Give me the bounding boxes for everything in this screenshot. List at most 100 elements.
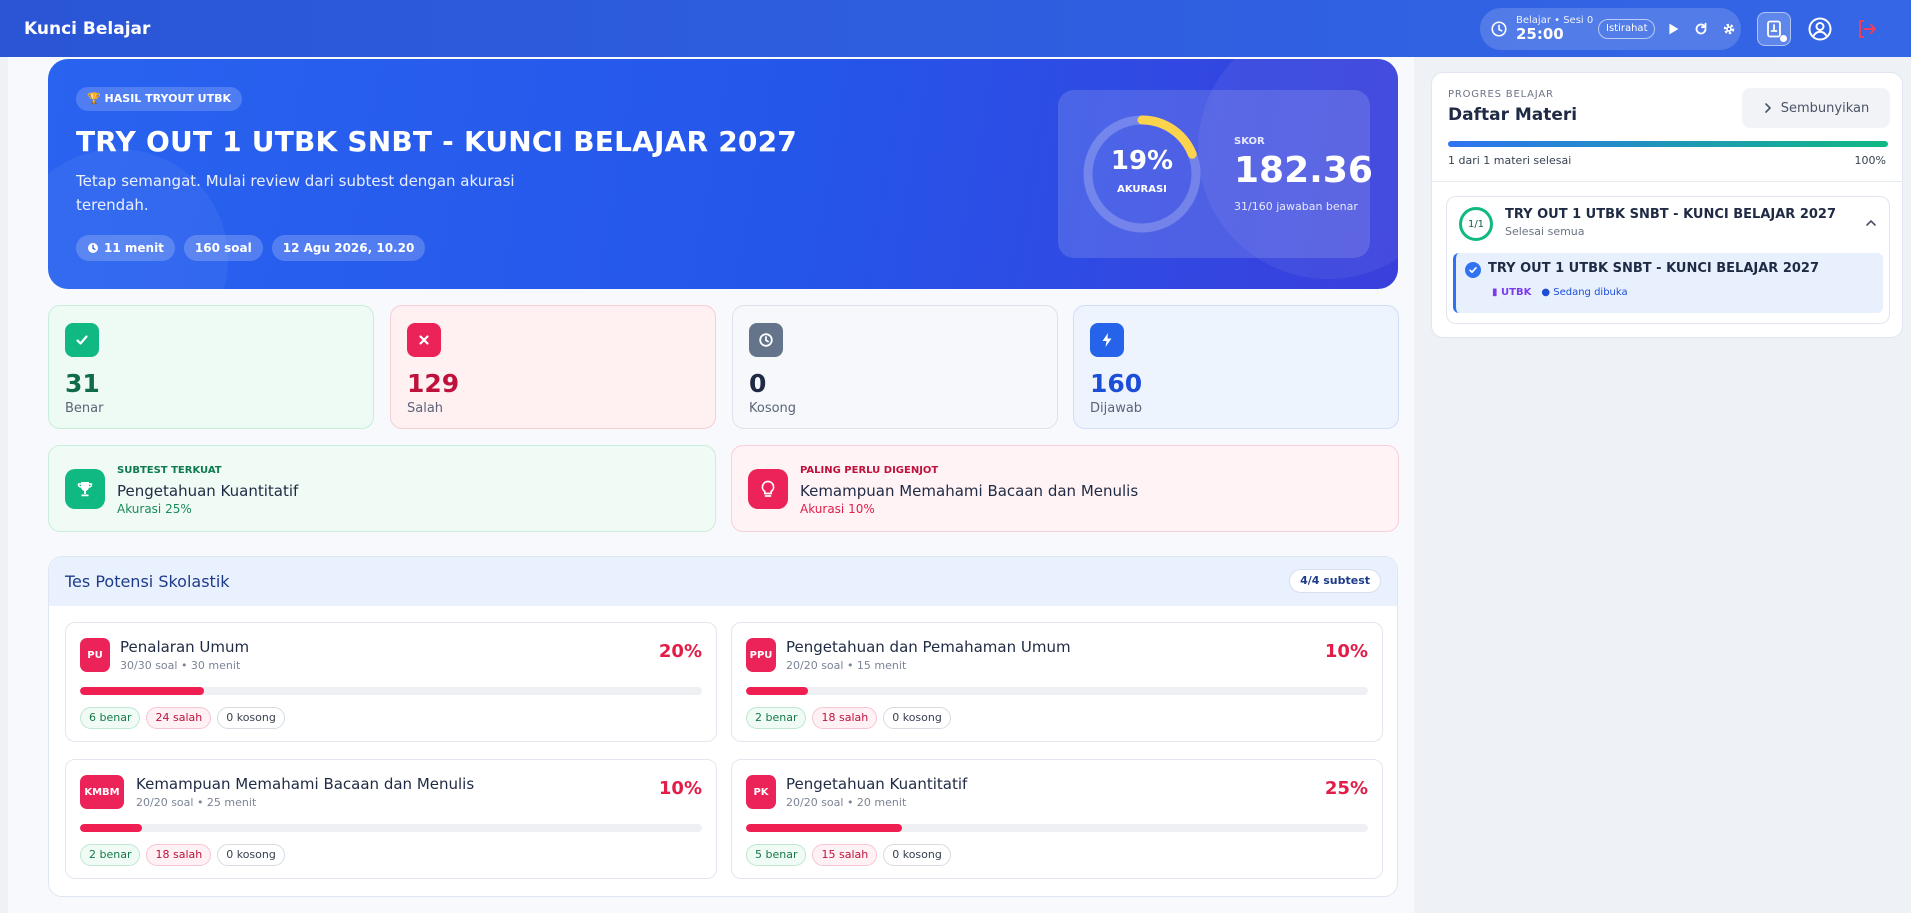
weakest-detail: Akurasi 10%	[800, 502, 875, 516]
hide-panel-button[interactable]: Sembunyikan	[1742, 88, 1890, 128]
timer-value: 25:00	[1516, 25, 1564, 43]
correct-tag: 6 benar	[80, 707, 141, 729]
subtest-progress-fill	[746, 687, 809, 695]
lesson-name: TRY OUT 1 UTBK SNBT - KUNCI BELAJAR 2027	[1488, 261, 1820, 276]
subtest-meta: 30/30 soal • 30 menit	[120, 659, 241, 672]
gear-icon[interactable]	[1720, 20, 1738, 38]
session-timer: Belajar • Sesi 0 25:00 Istirahat	[1480, 8, 1741, 50]
divider	[1432, 181, 1902, 182]
subtest-progress-bar	[80, 687, 702, 695]
stat-empty-label: Kosong	[749, 401, 797, 416]
clock-icon	[88, 243, 98, 253]
accuracy-value: 19%	[1110, 146, 1174, 176]
score-card: 19% AKURASI SKOR 182.36 31/160 jawaban b…	[1058, 90, 1373, 258]
hide-panel-label: Sembunyikan	[1780, 100, 1870, 116]
progress-text: 1 dari 1 materi selesai	[1448, 154, 1572, 167]
subtest-progress-fill	[80, 824, 143, 832]
stat-correct-label: Benar	[65, 401, 104, 416]
stat-empty-value: 0	[749, 369, 767, 398]
score-label: SKOR	[1234, 136, 1265, 147]
subtest-code: KMBM	[80, 775, 124, 809]
notification-dot	[1780, 35, 1787, 42]
hero-subtitle: Tetap semangat. Mulai review dari subtes…	[76, 172, 515, 214]
clock-icon	[749, 323, 783, 357]
subtest-name: Pengetahuan Kuantitatif	[786, 775, 968, 793]
strongest-kicker: SUBTEST TERKUAT	[117, 465, 222, 476]
subtest-card[interactable]: PPU Pengetahuan dan Pemahaman Umum 20/20…	[731, 622, 1383, 742]
subtest-tags: 5 benar 15 salah 0 kosong	[746, 844, 951, 866]
subtest-accuracy: 10%	[658, 778, 702, 799]
stat-answered-value: 160	[1090, 369, 1143, 398]
logout-icon	[1859, 20, 1876, 38]
session-label: Belajar • Sesi 0	[1516, 15, 1594, 26]
stat-wrong-value: 129	[407, 369, 460, 398]
subtest-section: Tes Potensi Skolastik 4/4 subtest PU Pen…	[48, 556, 1398, 897]
result-hero: 🏆 HASIL TRYOUT UTBK TRY OUT 1 UTBK SNBT …	[48, 59, 1398, 289]
course-item[interactable]: 1/1 TRY OUT 1 UTBK SNBT - KUNCI BELAJAR …	[1446, 196, 1890, 324]
subtest-name: Penalaran Umum	[120, 638, 250, 656]
duration-value: 11 menit	[104, 241, 164, 255]
date-chip: 12 Agu 2026, 10.20	[271, 235, 426, 261]
course-count-badge: 1/1	[1459, 207, 1493, 241]
reset-icon[interactable]	[1692, 20, 1710, 38]
empty-tag: 0 kosong	[883, 844, 951, 866]
progress-percent: 100%	[1854, 154, 1886, 167]
subtest-tags: 2 benar 18 salah 0 kosong	[80, 844, 285, 866]
lesson-tag: ▮ UTBK	[1492, 287, 1531, 298]
section-header: Tes Potensi Skolastik 4/4 subtest	[49, 557, 1397, 606]
check-icon	[65, 323, 99, 357]
subtest-tags: 2 benar 18 salah 0 kosong	[746, 707, 951, 729]
profile-button[interactable]	[1803, 12, 1837, 46]
empty-tag: 0 kosong	[217, 707, 285, 729]
subtest-progress-fill	[80, 687, 205, 695]
subtest-code: PU	[80, 638, 110, 672]
score-detail: 31/160 jawaban benar	[1234, 200, 1358, 213]
panel-kicker: PROGRES BELAJAR	[1448, 89, 1554, 100]
stat-correct: 31 Benar	[48, 305, 374, 429]
check-circle-icon	[1465, 262, 1481, 278]
subtest-progress-fill	[746, 824, 902, 832]
wrong-tag: 18 salah	[146, 844, 212, 866]
subtest-card[interactable]: KMBM Kemampuan Memahami Bacaan dan Menul…	[65, 759, 717, 879]
course-status: Selesai semua	[1505, 225, 1585, 238]
subtest-name: Kemampuan Memahami Bacaan dan Menulis	[136, 775, 475, 793]
result-badge: 🏆 HASIL TRYOUT UTBK	[76, 87, 243, 111]
weakest-subtest-card: PALING PERLU DIGENJOT Kemampuan Memahami…	[731, 445, 1399, 532]
stat-wrong-label: Salah	[407, 401, 444, 416]
strongest-name: Pengetahuan Kuantitatif	[117, 482, 299, 500]
correct-tag: 2 benar	[746, 707, 807, 729]
subtest-progress-bar	[80, 824, 702, 832]
page-title: TRY OUT 1 UTBK SNBT - KUNCI BELAJAR 2027	[76, 125, 797, 158]
wrong-tag: 24 salah	[146, 707, 212, 729]
subtest-card[interactable]: PK Pengetahuan Kuantitatif 20/20 soal • …	[731, 759, 1383, 879]
chevron-up-icon[interactable]	[1865, 217, 1877, 229]
subtest-accuracy: 10%	[1324, 641, 1368, 662]
stat-correct-value: 31	[65, 369, 100, 398]
subtest-card[interactable]: PU Penalaran Umum 30/30 soal • 30 menit …	[65, 622, 717, 742]
report-button[interactable]	[1757, 12, 1791, 46]
strongest-detail: Akurasi 25%	[117, 502, 192, 516]
lesson-item[interactable]: TRY OUT 1 UTBK SNBT - KUNCI BELAJAR 2027…	[1453, 253, 1883, 313]
weakest-kicker: PALING PERLU DIGENJOT	[800, 465, 939, 476]
section-title: Tes Potensi Skolastik	[65, 572, 230, 591]
play-icon[interactable]	[1664, 20, 1682, 38]
panel-title: Daftar Materi	[1448, 105, 1578, 125]
subtest-count-badge: 4/4 subtest	[1289, 569, 1381, 593]
lesson-meta: ▮ UTBK ● Sedang dibuka	[1492, 287, 1628, 298]
trophy-icon: 🏆	[87, 92, 101, 105]
strongest-subtest-card: SUBTEST TERKUAT Pengetahuan Kuantitatif …	[48, 445, 716, 532]
stat-answered-label: Dijawab	[1090, 401, 1143, 416]
logout-button[interactable]	[1850, 12, 1884, 46]
lightbulb-icon	[748, 469, 788, 509]
lesson-state-label: Sedang dibuka	[1553, 287, 1628, 298]
brand-logo[interactable]: Kunci Belajar	[24, 19, 150, 39]
questions-chip: 160 soal	[183, 235, 263, 261]
close-icon	[407, 323, 441, 357]
top-bar: Kunci Belajar Belajar • Sesi 0 25:00 Ist…	[0, 0, 1911, 57]
subtest-name: Pengetahuan dan Pemahaman Umum	[786, 638, 1071, 656]
course-name: TRY OUT 1 UTBK SNBT - KUNCI BELAJAR 2027	[1505, 207, 1837, 222]
subtest-meta: 20/20 soal • 20 menit	[786, 796, 907, 809]
empty-tag: 0 kosong	[217, 844, 285, 866]
break-button[interactable]: Istirahat	[1598, 19, 1656, 39]
subtest-tags: 6 benar 24 salah 0 kosong	[80, 707, 285, 729]
